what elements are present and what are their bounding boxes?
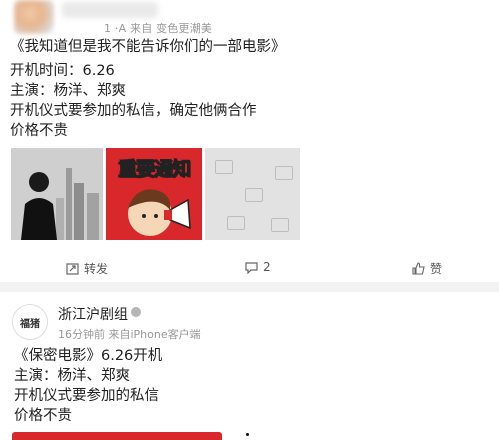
- weibo-post-2: 福猪 浙江沪剧组 16分钟前 来自iPhone客户端 《保密电影》6.26开机 …: [0, 292, 499, 440]
- medal-icon: [131, 307, 141, 317]
- blurred-username[interactable]: [62, 2, 158, 18]
- post-image-partial[interactable]: [12, 432, 222, 440]
- post-line: 《保密电影》6.26开机: [14, 348, 163, 364]
- placeholder-icon: [215, 160, 233, 174]
- post-line: 主演：杨洋、郑爽: [14, 368, 130, 384]
- post-meta: 1 ·A 来自 变色更潮美: [104, 22, 213, 35]
- repost-icon: [66, 263, 79, 275]
- placeholder-icon: [227, 216, 245, 230]
- image-placeholder[interactable]: [205, 148, 300, 240]
- avatar-text: 福猪: [20, 318, 40, 330]
- repost-button[interactable]: 转发: [66, 260, 108, 277]
- post-line: 主演：杨洋、郑爽: [10, 83, 126, 99]
- repost-label: 转发: [84, 262, 109, 276]
- dot-mark: [246, 433, 249, 436]
- placeholder-icon: [245, 188, 263, 202]
- post-title: 《我知道但是我不能告诉你们的一部电影》: [10, 39, 286, 55]
- post-meta: 16分钟前 来自iPhone客户端: [58, 328, 201, 341]
- post-line: 开机仪式要参加的私信: [14, 388, 159, 404]
- placeholder-icon: [275, 166, 293, 180]
- comment-count: 2: [263, 260, 271, 274]
- photo-man-skyline[interactable]: [11, 148, 103, 240]
- megaphone-cartoon-icon: [128, 189, 191, 236]
- username[interactable]: 浙江沪剧组: [58, 304, 128, 324]
- placeholder-icon: [271, 218, 289, 232]
- comment-button[interactable]: 2: [245, 260, 271, 274]
- thumbs-up-icon: [412, 262, 425, 275]
- important-notice-image[interactable]: 重要通知: [106, 148, 202, 240]
- like-label: 赞: [430, 262, 443, 276]
- post-line: 开机时间：6.26: [10, 63, 115, 79]
- weibo-post-1: 1 ·A 来自 变色更潮美 《我知道但是我不能告诉你们的一部电影》 开机时间：6…: [0, 0, 499, 282]
- like-button[interactable]: 赞: [412, 260, 442, 277]
- post-line: 价格不贵: [14, 408, 72, 424]
- blurred-avatar[interactable]: [14, 0, 54, 34]
- post-line: 价格不贵: [10, 123, 68, 139]
- avatar[interactable]: 福猪: [12, 304, 48, 340]
- post-line: 开机仪式要参加的私信，确定他俩合作: [10, 103, 257, 119]
- comment-icon: [245, 261, 258, 274]
- man-silhouette-icon: [11, 148, 103, 240]
